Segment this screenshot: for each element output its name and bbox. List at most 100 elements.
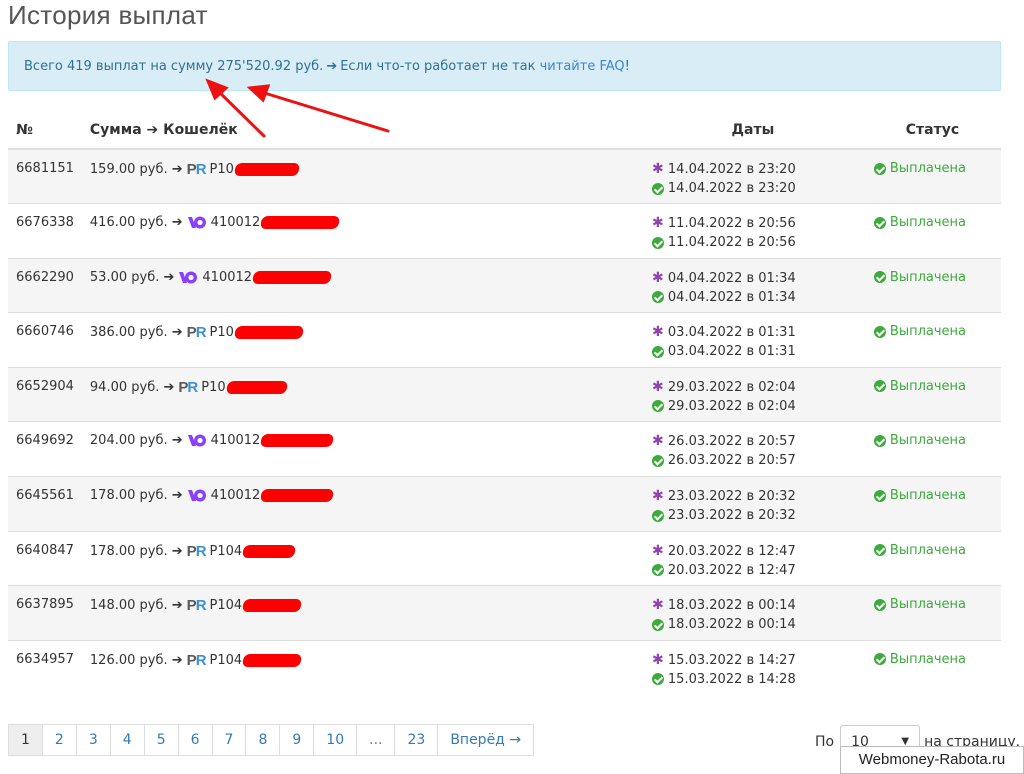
yoomoney-icon [187,216,206,229]
payout-amount: 416.00 руб. [89,215,168,231]
date-paid: 20.03.2022 в 12:47 [667,562,796,578]
payout-id: 6645561 [8,476,82,532]
payout-status: Выплачена [863,366,1001,422]
payout-status: Выплачена [863,312,1001,368]
faq-link[interactable]: читайте FAQ [540,59,625,74]
payout-id: 6634957 [8,639,82,695]
payout-dates: ✱ 18.03.2022 в 00:14 18.03.2022 в 00:14 [641,585,864,641]
date-paid: 03.04.2022 в 01:31 [667,344,796,360]
check-circle-icon [873,271,886,284]
per-page-label: По [815,734,835,750]
pagination-page-7[interactable]: 7 [211,724,247,756]
redaction-mark [251,270,333,284]
yoomoney-icon [179,271,198,284]
info-suffix: ! [624,59,630,74]
asterisk-icon: ✱ [652,433,664,450]
payout-dates: ✱ 26.03.2022 в 20:57 26.03.2022 в 20:57 [641,421,864,477]
payeer-icon: PR [186,324,207,342]
wallet-number: P10 [201,379,226,395]
pagination-page-1[interactable]: 1 [8,724,43,756]
payout-dates: ✱ 23.03.2022 в 20:32 23.03.2022 в 20:32 [641,476,864,532]
payout-sum-wallet: 159.00 руб. ➔ PR P10 [81,148,642,204]
payout-dates: ✱ 15.03.2022 в 14:27 15.03.2022 в 14:28 [641,639,864,695]
payout-status: Выплачена [863,639,1001,695]
info-alert: Всего 419 выплат на сумму 275'520.92 руб… [8,41,1001,91]
table-row: 6645561 178.00 руб. ➔ 410012 ✱ 23.03.2022 в … [8,476,1001,532]
payout-dates: ✱ 04.04.2022 в 01:34 04.04.2022 в 01:34 [641,257,864,313]
payout-amount: 204.00 руб. [89,433,168,449]
payout-sum-wallet: 126.00 руб. ➔ PR P104 [81,639,642,695]
arrow-right-icon: ➔ [171,543,183,559]
payout-dates: ✱ 29.03.2022 в 02:04 29.03.2022 в 02:04 [641,366,864,422]
pagination-page-5[interactable]: 5 [143,724,179,756]
redaction-mark [242,544,297,558]
date-created: 20.03.2022 в 12:47 [667,543,796,559]
asterisk-icon: ✱ [652,488,664,505]
pagination-page-3[interactable]: 3 [75,724,111,756]
payout-id: 6676338 [8,203,82,259]
payout-sum-wallet: 204.00 руб. ➔ 410012 [81,421,642,477]
status-badge: Выплачена [889,597,967,613]
pagination-page-23[interactable]: 23 [394,724,439,756]
arrow-right-icon: ➔ [171,162,183,177]
date-paid: 23.03.2022 в 20:32 [667,508,796,524]
asterisk-icon: ✱ [652,597,664,614]
payout-sum-wallet: 386.00 руб. ➔ PR P10 [81,312,642,368]
payout-id: 6637895 [8,585,82,641]
header-wallet: Кошелёк [163,122,238,138]
date-created: 23.03.2022 в 20:32 [667,489,796,505]
payout-amount: 94.00 руб. [89,379,160,395]
check-circle-icon [873,598,886,611]
header-dates: Даты [641,112,864,150]
check-circle-icon [651,618,664,631]
payout-dates: ✱ 20.03.2022 в 12:47 20.03.2022 в 12:47 [641,530,864,586]
status-badge: Выплачена [889,542,967,558]
check-circle-icon [873,216,886,229]
wallet-number: 410012 [210,488,261,504]
redaction-mark [260,216,341,230]
payout-status: Выплачена [863,421,1001,477]
arrow-right-icon: ➔ [163,379,175,395]
payout-status: Выплачена [863,530,1001,586]
wallet-number: 410012 [202,269,253,285]
pagination-page-6[interactable]: 6 [177,724,213,756]
payout-summary: Всего 419 выплат на сумму 275'520.92 руб… [24,59,324,74]
date-created: 14.04.2022 в 23:20 [667,162,796,177]
payout-dates: ✱ 14.04.2022 в 23:20 14.04.2022 в 23:20 [641,148,864,204]
asterisk-icon: ✱ [652,324,664,341]
redaction-mark [242,599,303,613]
payout-sum-wallet: 148.00 руб. ➔ PR P104 [81,585,642,641]
pagination-page-8[interactable]: 8 [245,724,281,756]
arrow-right-icon: ➔ [171,325,183,341]
status-badge: Выплачена [889,269,967,285]
wallet-number: P104 [209,598,243,614]
payeer-icon: PR [186,651,207,669]
check-circle-icon [651,345,664,358]
table-row: 6634957 126.00 руб. ➔ PR P104 ✱ 15.03.2022 в … [8,639,1001,695]
payeer-icon: PR [178,378,198,396]
table-body: 6681151 159.00 руб. ➔ PR P10 ✱ 14.04.2022 в 2… [8,148,1001,695]
page-title: История выплат [8,0,208,30]
pagination-page-10[interactable]: 10 [313,724,358,756]
check-circle-icon [873,162,886,175]
payout-dates: ✱ 11.04.2022 в 20:56 11.04.2022 в 20:56 [641,203,864,259]
pagination-next-button[interactable]: Вперёд → [437,724,535,756]
payout-status: Выплачена [863,257,1001,313]
date-created: 03.04.2022 в 01:31 [667,325,796,341]
date-created: 11.04.2022 в 20:56 [667,216,796,232]
arrow-right-icon: ➔ [171,652,183,668]
payout-status: Выплачена [863,148,1001,204]
payout-id: 6652904 [8,366,82,422]
payout-amount: 148.00 руб. [89,598,168,614]
table-row: 6637895 148.00 руб. ➔ PR P104 ✱ 18.03.2022 в … [8,585,1001,641]
yoomoney-icon [187,434,206,447]
pagination-page-9[interactable]: 9 [279,724,315,756]
check-circle-icon [873,434,886,447]
date-paid: 26.03.2022 в 20:57 [667,453,796,469]
pagination-page-2[interactable]: 2 [41,724,77,756]
table-row: 6660746 386.00 руб. ➔ PR P10 ✱ 03.04.2022 в 0… [8,312,1001,368]
date-created: 29.03.2022 в 02:04 [667,379,796,395]
table-row: 6649692 204.00 руб. ➔ 410012 ✱ 26.03.2022 в … [8,421,1001,477]
pagination-page-4[interactable]: 4 [109,724,145,756]
date-paid: 14.04.2022 в 23:20 [667,181,796,196]
